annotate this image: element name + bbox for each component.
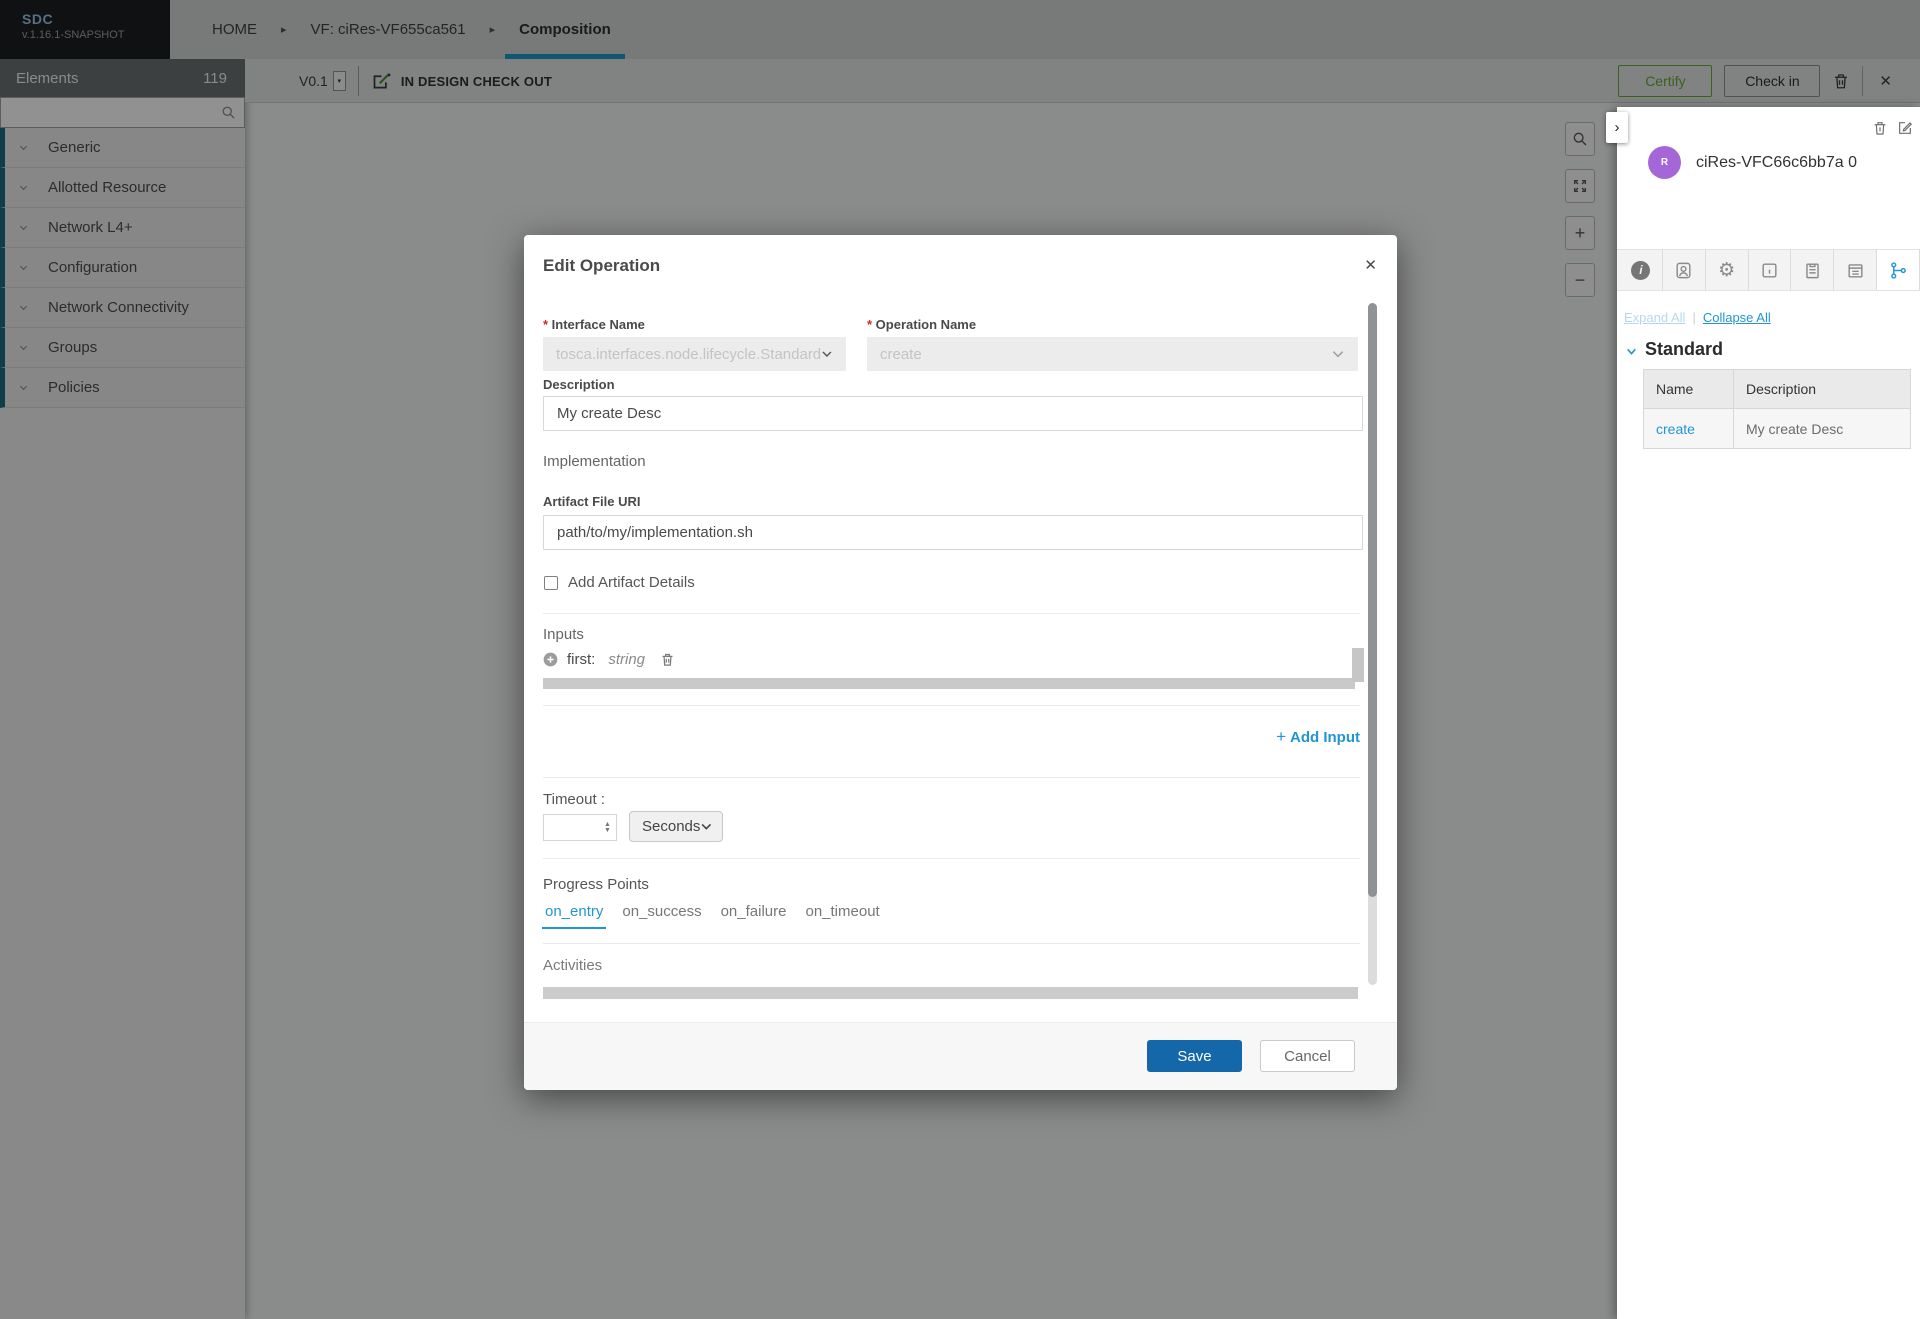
modal-footer: Save Cancel bbox=[524, 1022, 1397, 1090]
table-row: create My create Desc bbox=[1644, 409, 1910, 448]
modal-scrollbar-thumb[interactable] bbox=[1368, 303, 1377, 897]
description-label: Description bbox=[543, 377, 615, 392]
tab-attributes[interactable] bbox=[1834, 250, 1877, 290]
chevron-down-icon bbox=[821, 347, 833, 361]
operation-name-select[interactable]: create bbox=[867, 337, 1358, 371]
activities-horizontal-scrollbar[interactable] bbox=[543, 987, 1358, 999]
activities-heading: Activities bbox=[543, 957, 602, 974]
add-input-link[interactable]: +Add Input bbox=[1276, 727, 1360, 747]
edit-operation-modal: Edit Operation ✕ Interface Name tosca.in… bbox=[524, 235, 1397, 1090]
progress-points-label: Progress Points bbox=[543, 876, 649, 893]
expand-all-link[interactable]: Expand All bbox=[1624, 310, 1685, 325]
input-name: first: bbox=[567, 651, 595, 668]
timeout-stepper[interactable]: ▲▼ bbox=[600, 816, 615, 839]
tab-information[interactable]: i bbox=[1620, 250, 1663, 290]
tab-deployment-artifacts[interactable] bbox=[1663, 250, 1706, 290]
info-filled-icon: i bbox=[1631, 261, 1650, 280]
divider bbox=[543, 777, 1360, 778]
panel-tab-bar: i ⚙ bbox=[1617, 249, 1920, 291]
divider bbox=[543, 858, 1360, 859]
clipboard-icon bbox=[1803, 261, 1822, 280]
tab-operations[interactable] bbox=[1877, 250, 1920, 290]
info-square-icon bbox=[1760, 261, 1779, 280]
input-type: string bbox=[608, 651, 645, 668]
timeout-label: Timeout : bbox=[543, 791, 605, 808]
edit-icon[interactable] bbox=[1897, 120, 1913, 136]
plus-icon: + bbox=[1276, 727, 1286, 746]
operations-table: Name Description create My create Desc bbox=[1643, 369, 1911, 449]
gear-icon: ⚙ bbox=[1718, 261, 1735, 280]
tab-information-artifacts[interactable] bbox=[1749, 250, 1792, 290]
chevron-down-icon bbox=[1331, 347, 1345, 361]
avatar: R bbox=[1648, 146, 1681, 179]
inputs-vertical-scrollbar[interactable] bbox=[1352, 648, 1364, 682]
expand-plus-icon[interactable] bbox=[543, 652, 558, 667]
implementation-heading: Implementation bbox=[543, 453, 646, 470]
input-row-first: first: string bbox=[543, 651, 675, 668]
progress-point-tabs: on_entry on_success on_failure on_timeou… bbox=[542, 903, 883, 929]
add-artifact-details-label: Add Artifact Details bbox=[568, 574, 695, 591]
tab-on-entry[interactable]: on_entry bbox=[542, 903, 606, 929]
cancel-button[interactable]: Cancel bbox=[1260, 1040, 1355, 1072]
timeout-unit-value: Seconds bbox=[642, 818, 700, 835]
divider bbox=[543, 705, 1360, 706]
divider bbox=[543, 613, 1360, 614]
operations-table-header: Name Description bbox=[1644, 370, 1910, 409]
panel-collapse-button[interactable]: › bbox=[1606, 112, 1628, 143]
divider bbox=[543, 943, 1360, 944]
operation-create-link[interactable]: create bbox=[1656, 421, 1695, 437]
save-button[interactable]: Save bbox=[1147, 1040, 1242, 1072]
delete-icon[interactable] bbox=[1872, 120, 1888, 136]
timeout-unit-select[interactable]: Seconds bbox=[629, 811, 723, 842]
archive-box-icon bbox=[1846, 261, 1865, 280]
column-header-description: Description bbox=[1734, 370, 1910, 408]
component-identity: R ciRes-VFC66c6bb7a 0 bbox=[1648, 146, 1857, 179]
divider: | bbox=[1692, 310, 1695, 325]
interface-section-header[interactable]: Standard bbox=[1625, 339, 1723, 360]
sdc-composition-screen: SDC v.1.16.1-SNAPSHOT HOME ▸ VF: ciRes-V… bbox=[0, 0, 1920, 1319]
tab-requirements-capabilities[interactable] bbox=[1791, 250, 1834, 290]
chevron-down-icon bbox=[700, 820, 713, 833]
tab-on-success[interactable]: on_success bbox=[619, 903, 704, 929]
modal-title: Edit Operation bbox=[543, 256, 660, 276]
interface-name-value: tosca.interfaces.node.lifecycle.Standard bbox=[556, 346, 821, 363]
add-artifact-details-row[interactable]: Add Artifact Details bbox=[544, 574, 695, 591]
operation-name-value: create bbox=[880, 346, 922, 363]
step-down-icon[interactable]: ▼ bbox=[604, 828, 611, 834]
add-artifact-details-checkbox[interactable] bbox=[544, 576, 558, 590]
expand-collapse-links: Expand All | Collapse All bbox=[1624, 310, 1771, 325]
inputs-heading: Inputs bbox=[543, 626, 584, 643]
operation-name-label: Operation Name bbox=[867, 317, 976, 332]
artifact-file-uri-label: Artifact File URI bbox=[543, 494, 641, 509]
tab-on-failure[interactable]: on_failure bbox=[718, 903, 790, 929]
component-detail-panel: › R ciRes-VFC66c6bb7a 0 i ⚙ bbox=[1617, 107, 1920, 1319]
delete-input-icon[interactable] bbox=[660, 652, 675, 667]
description-input[interactable] bbox=[543, 396, 1363, 431]
tab-properties[interactable]: ⚙ bbox=[1706, 250, 1749, 290]
collapse-all-link[interactable]: Collapse All bbox=[1703, 310, 1771, 325]
chevron-down-icon bbox=[1625, 345, 1638, 358]
component-name: ciRes-VFC66c6bb7a 0 bbox=[1696, 154, 1857, 172]
operation-description: My create Desc bbox=[1746, 421, 1843, 437]
panel-actions bbox=[1872, 120, 1913, 136]
interface-section-title: Standard bbox=[1645, 339, 1723, 360]
artifact-badge-icon bbox=[1674, 261, 1693, 280]
operations-graph-icon bbox=[1889, 261, 1908, 280]
column-header-name: Name bbox=[1644, 370, 1734, 408]
tab-on-timeout[interactable]: on_timeout bbox=[802, 903, 882, 929]
interface-name-label: Interface Name bbox=[543, 317, 645, 332]
inputs-horizontal-scrollbar[interactable] bbox=[543, 678, 1355, 689]
modal-close-icon[interactable]: ✕ bbox=[1364, 256, 1377, 274]
artifact-file-uri-input[interactable] bbox=[543, 515, 1363, 550]
interface-name-select[interactable]: tosca.interfaces.node.lifecycle.Standard bbox=[543, 337, 846, 371]
